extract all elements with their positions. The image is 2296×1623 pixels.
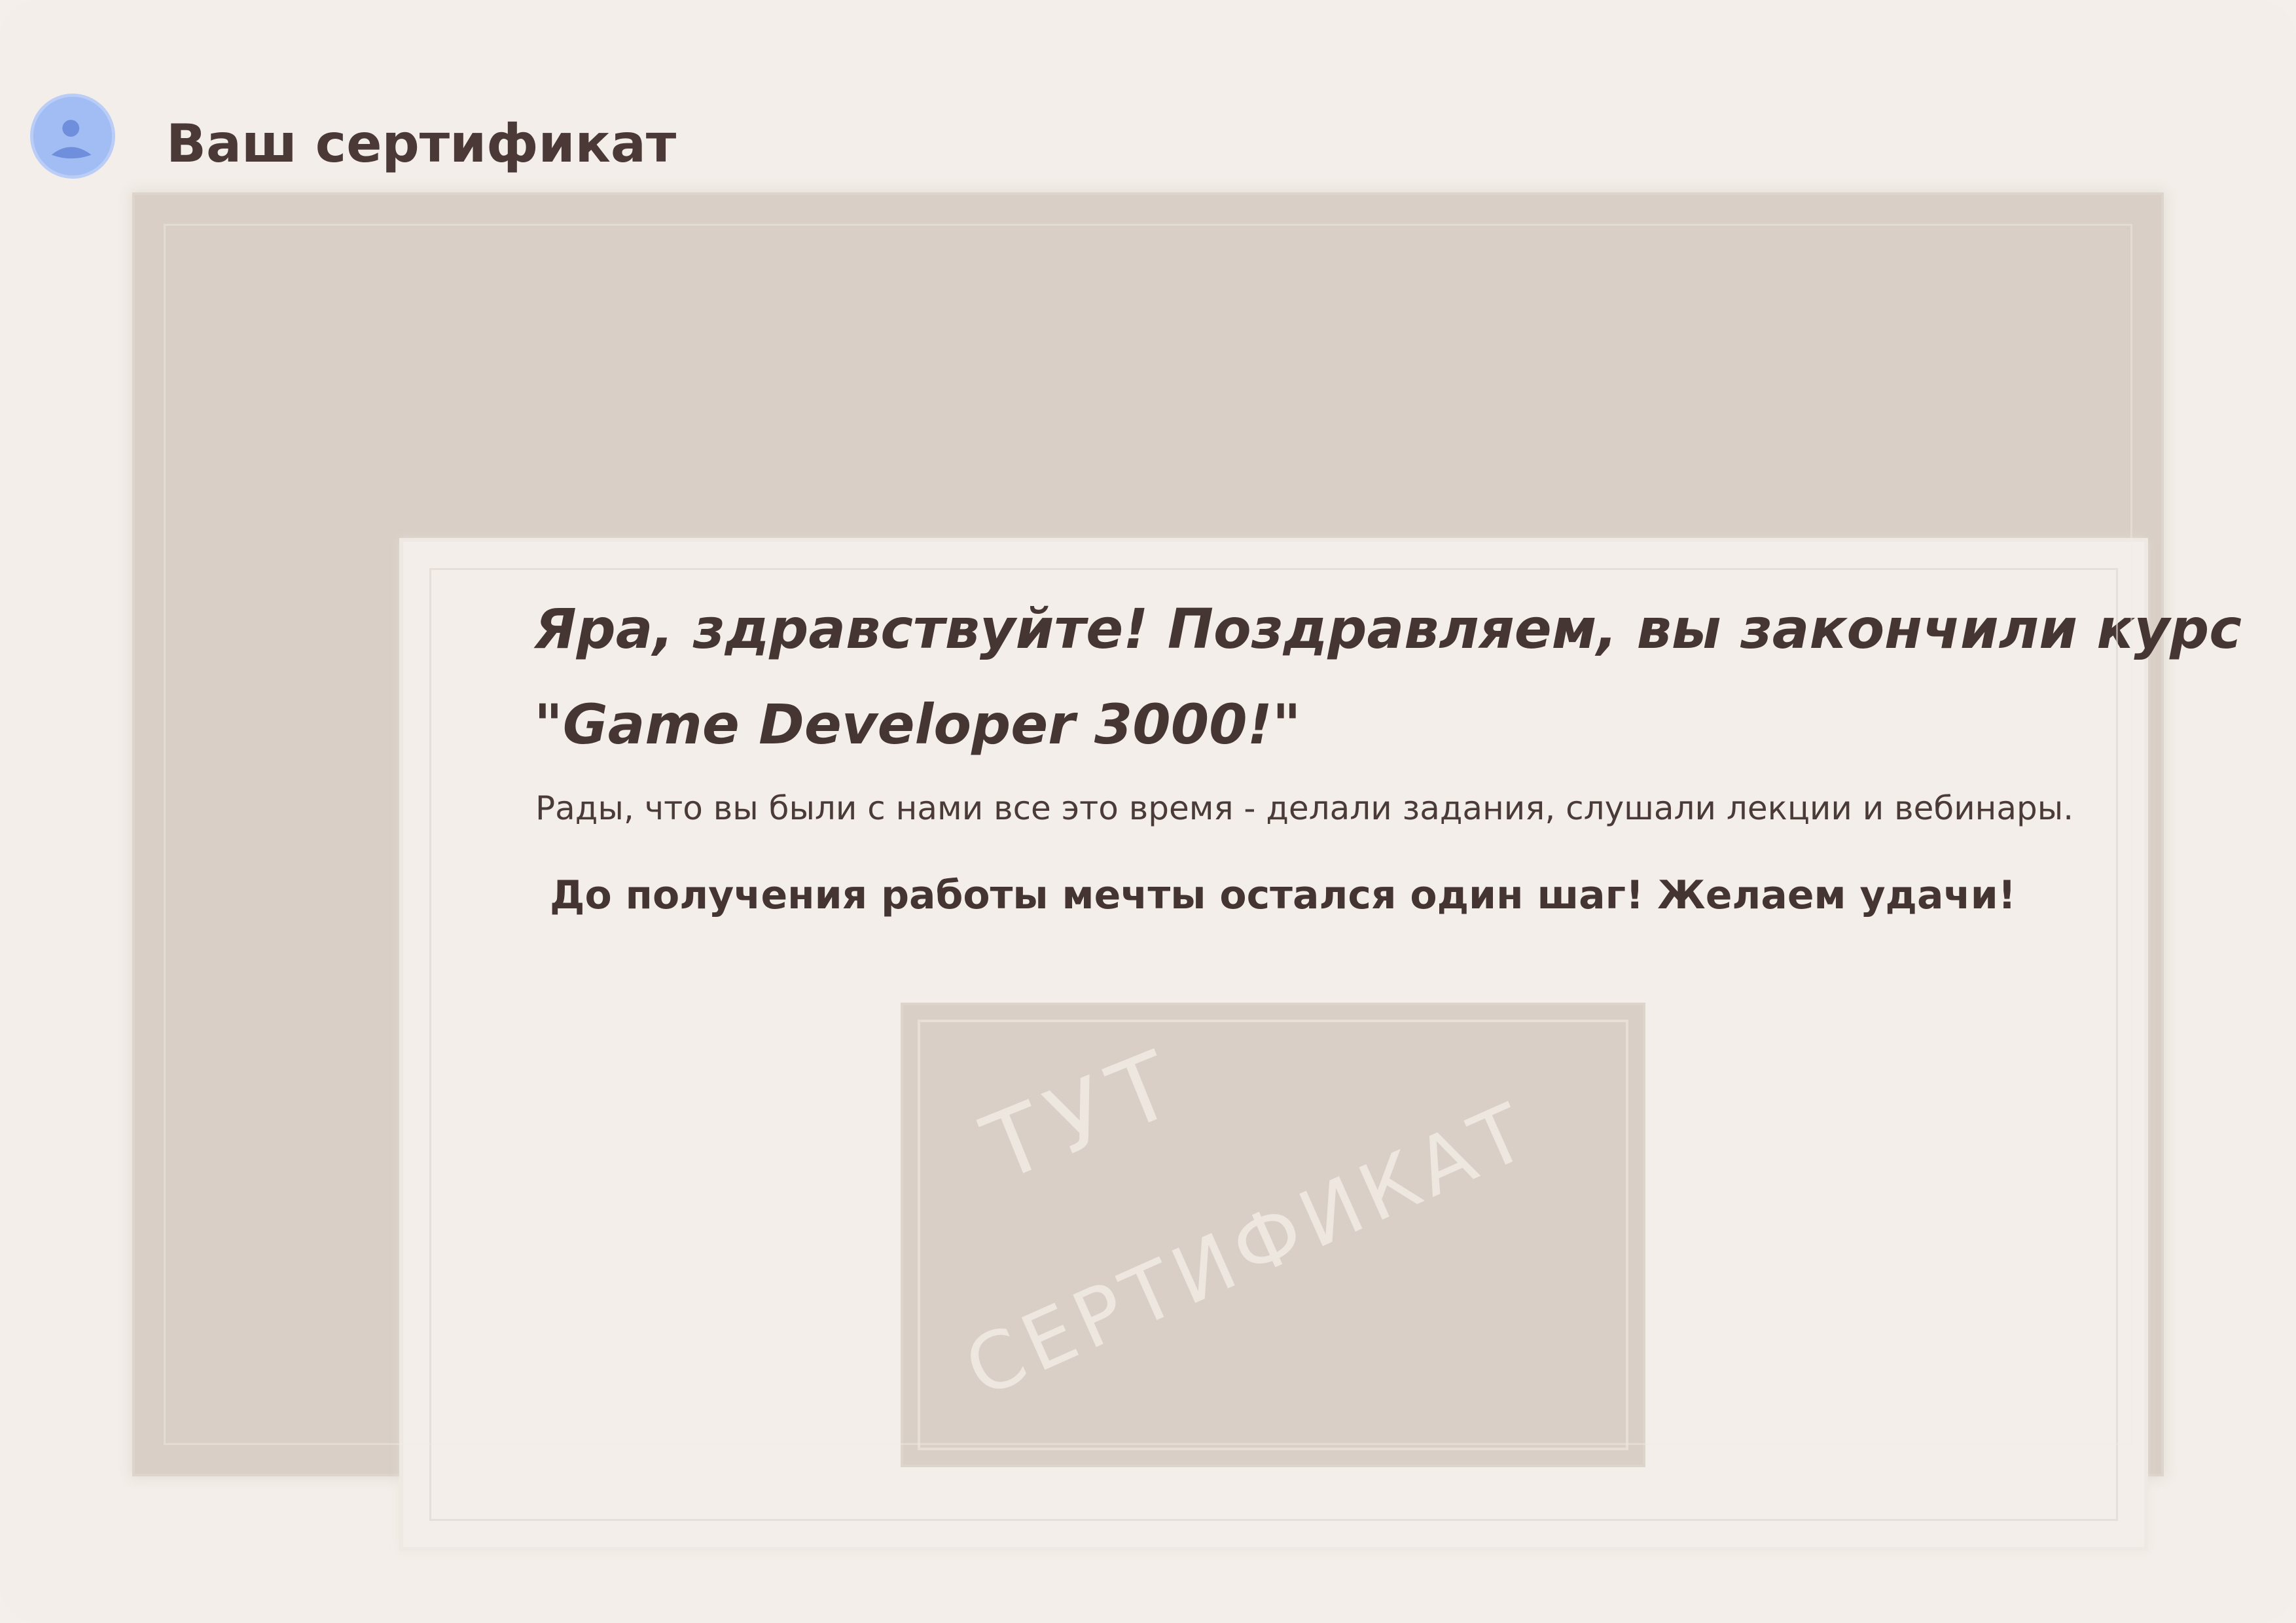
page-title: Ваш сертификат — [166, 113, 677, 174]
placeholder-line-2: СЕРТИФИКАТ — [952, 1085, 1545, 1416]
greeting-line: Яра, здравствуйте! Поздравляем, вы закон… — [534, 597, 2242, 661]
certificate-placeholder[interactable]: ТУТ СЕРТИФИКАТ — [903, 1005, 1643, 1465]
certificate-page: Ваш сертификат Яра, здравствуйте! Поздра… — [0, 0, 2296, 1623]
user-avatar-icon[interactable] — [30, 94, 115, 179]
wish-text: До получения работы мечты остался один ш… — [550, 872, 2017, 918]
placeholder-line-1: ТУТ — [969, 1027, 1198, 1203]
course-name: "Game Developer 3000!" — [534, 692, 1301, 757]
certificate-placeholder-label: ТУТ СЕРТИФИКАТ — [952, 1027, 1545, 1416]
thanks-text: Рады, что вы были с нами все это время -… — [535, 789, 2074, 827]
congratulation-card: Яра, здравствуйте! Поздравляем, вы закон… — [403, 542, 2242, 1547]
greeting-heading: Яра, здравствуйте! Поздравляем, вы закон… — [534, 581, 2242, 772]
certificate-frame: Яра, здравствуйте! Поздравляем, вы закон… — [135, 195, 2242, 1547]
